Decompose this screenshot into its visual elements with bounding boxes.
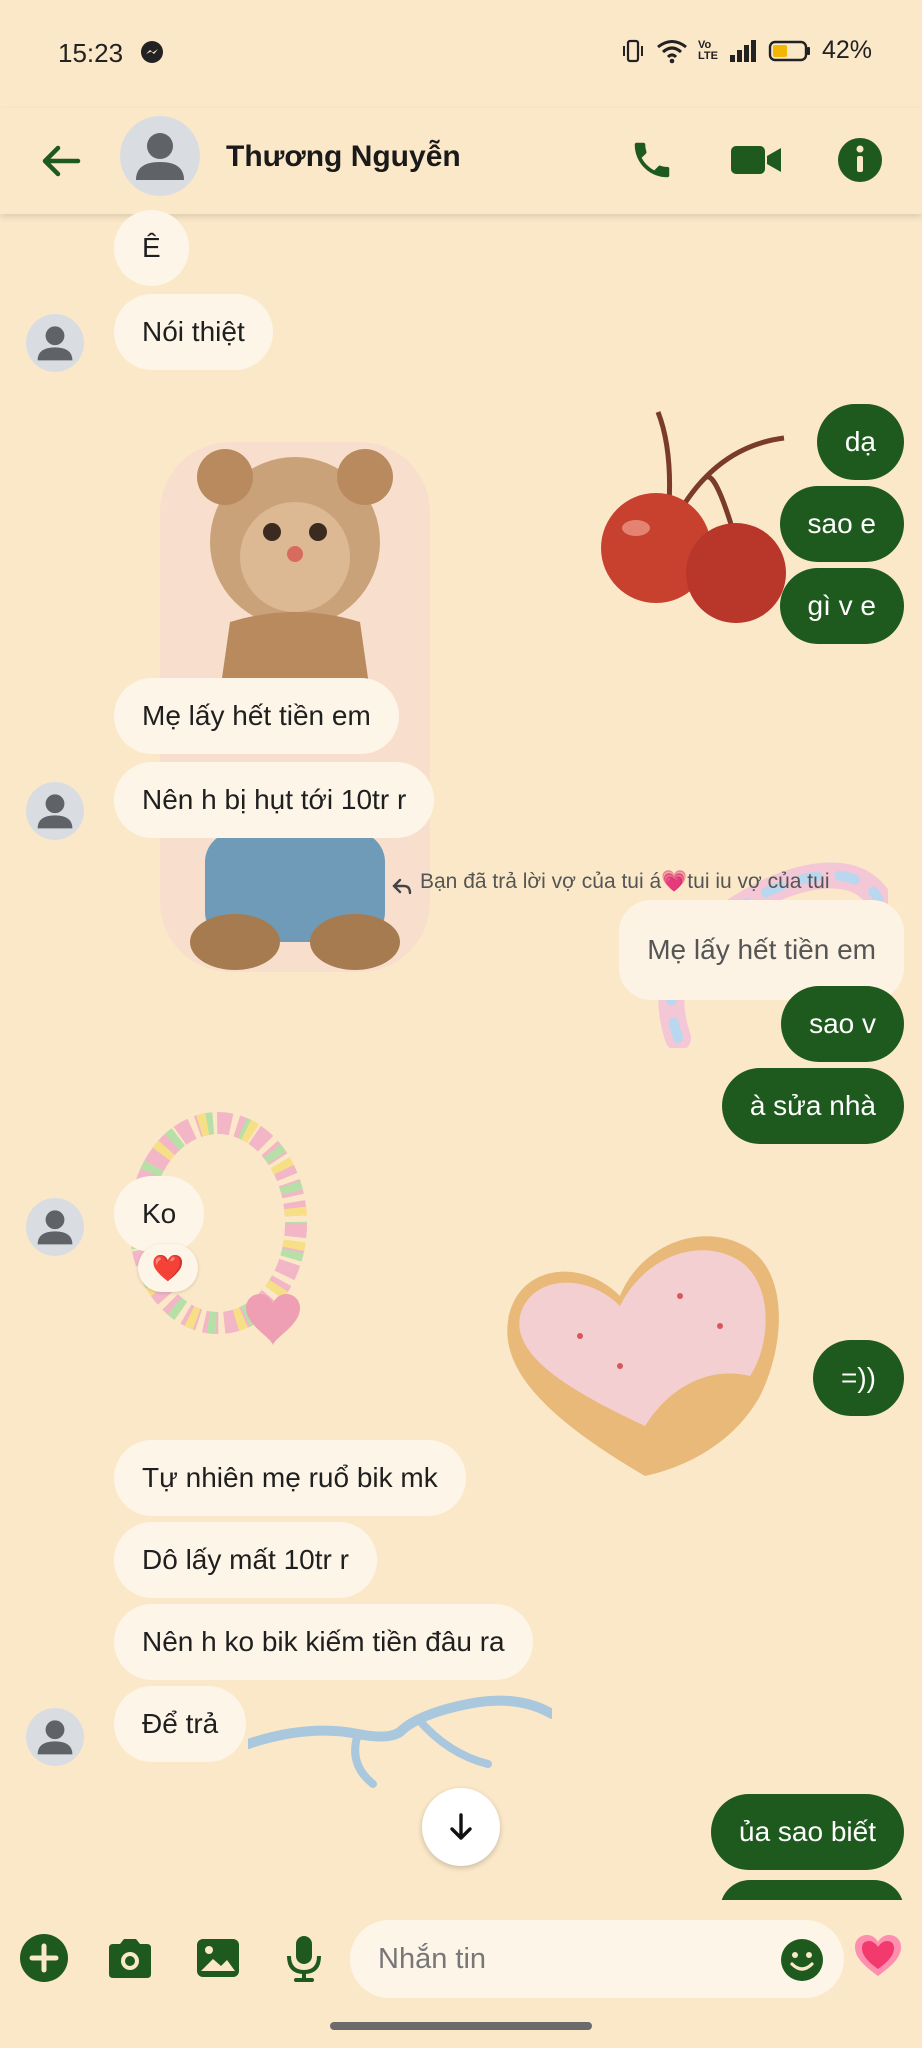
- voice-button[interactable]: [278, 1932, 330, 1984]
- incoming-message[interactable]: Nên h ko bik kiếm tiền đâu ra: [114, 1604, 533, 1680]
- outgoing-message[interactable]: gì v e: [779, 568, 904, 644]
- message-input[interactable]: [350, 1920, 844, 1998]
- chat-header: Thương Nguyễn: [0, 108, 922, 214]
- sender-avatar[interactable]: [26, 1708, 84, 1766]
- signal-icon: [729, 39, 756, 62]
- status-bar: 15:23 Vo LTE 42%: [0, 0, 922, 108]
- smile-icon[interactable]: [780, 1938, 824, 1982]
- info-icon: [838, 138, 882, 182]
- outgoing-message[interactable]: ủa sao biết: [711, 1794, 904, 1870]
- outgoing-message[interactable]: sao e: [779, 486, 904, 562]
- arrow-left-icon: [42, 145, 81, 177]
- user-silhouette-icon: [37, 1210, 73, 1245]
- vibrate-icon: [622, 39, 643, 62]
- incoming-message[interactable]: Ko: [114, 1176, 205, 1252]
- home-indicator[interactable]: [330, 2022, 592, 2030]
- sender-avatar[interactable]: [26, 314, 84, 372]
- contact-name[interactable]: Thương Nguyễn: [226, 140, 461, 174]
- outgoing-message[interactable]: =)): [813, 1340, 904, 1416]
- heart-cookie-sticker: [507, 1236, 779, 1476]
- image-icon: [197, 1939, 239, 1977]
- outgoing-message[interactable]: dạ: [816, 404, 904, 480]
- phone-icon: [634, 142, 670, 178]
- plus-icon: [20, 1934, 68, 1982]
- incoming-message[interactable]: Để trả: [114, 1686, 247, 1762]
- arrow-down-icon: [450, 1813, 472, 1840]
- incoming-message[interactable]: Mẹ lấy hết tiền em: [114, 678, 399, 754]
- like-button[interactable]: [852, 1930, 904, 1982]
- info-button[interactable]: [832, 132, 888, 188]
- outgoing-message[interactable]: à sửa nhà: [721, 1068, 904, 1144]
- incoming-message[interactable]: Nói thiệt: [114, 294, 273, 370]
- reply-note: Bạn đã trả lời vợ của tui á💗tui iu vợ củ…: [420, 870, 830, 893]
- battery-level: 42%: [821, 36, 872, 64]
- scroll-to-bottom-button[interactable]: [422, 1788, 500, 1866]
- video-camera-icon: [731, 146, 781, 174]
- incoming-message[interactable]: Dô lấy mất 10tr r: [114, 1522, 377, 1598]
- user-silhouette-icon: [37, 326, 73, 361]
- status-indicators: Vo LTE 42%: [620, 36, 872, 65]
- wifi-icon: [657, 39, 687, 63]
- volte-label: Vo LTE: [697, 38, 718, 62]
- cherry-sticker: [601, 411, 786, 623]
- sender-avatar[interactable]: [26, 1198, 84, 1256]
- user-silhouette-icon: [136, 133, 184, 180]
- reply-arrow-icon: [392, 878, 412, 895]
- battery-icon: [768, 40, 810, 61]
- ribbon-sticker: [248, 1695, 552, 1788]
- heart-reaction-icon: ❤️: [151, 1252, 185, 1283]
- incoming-message[interactable]: Tự nhiên mẹ ruổ bik mk: [114, 1440, 466, 1516]
- message-reaction[interactable]: ❤️: [138, 1244, 198, 1292]
- heart-icon: [855, 1935, 901, 1976]
- outgoing-message[interactable]: sao v: [781, 986, 904, 1062]
- user-silhouette-icon: [37, 794, 73, 829]
- video-call-button[interactable]: [728, 132, 784, 188]
- call-button[interactable]: [624, 132, 680, 188]
- add-button[interactable]: [18, 1932, 70, 1984]
- gallery-button[interactable]: [192, 1932, 244, 1984]
- microphone-icon: [287, 1936, 321, 1982]
- back-button[interactable]: [36, 136, 86, 186]
- user-silhouette-icon: [37, 1720, 73, 1755]
- incoming-message[interactable]: Nên h bị hụt tới 10tr r: [114, 762, 435, 838]
- messenger-notification-icon: [141, 41, 163, 63]
- status-time: 15:23: [58, 38, 124, 68]
- camera-button[interactable]: [104, 1932, 156, 1984]
- camera-icon: [109, 1939, 151, 1978]
- sender-avatar[interactable]: [26, 782, 84, 840]
- contact-avatar[interactable]: [120, 116, 200, 196]
- quoted-reply-message[interactable]: Mẹ lấy hết tiền em: [619, 900, 904, 1000]
- incoming-message[interactable]: Ê: [114, 210, 189, 286]
